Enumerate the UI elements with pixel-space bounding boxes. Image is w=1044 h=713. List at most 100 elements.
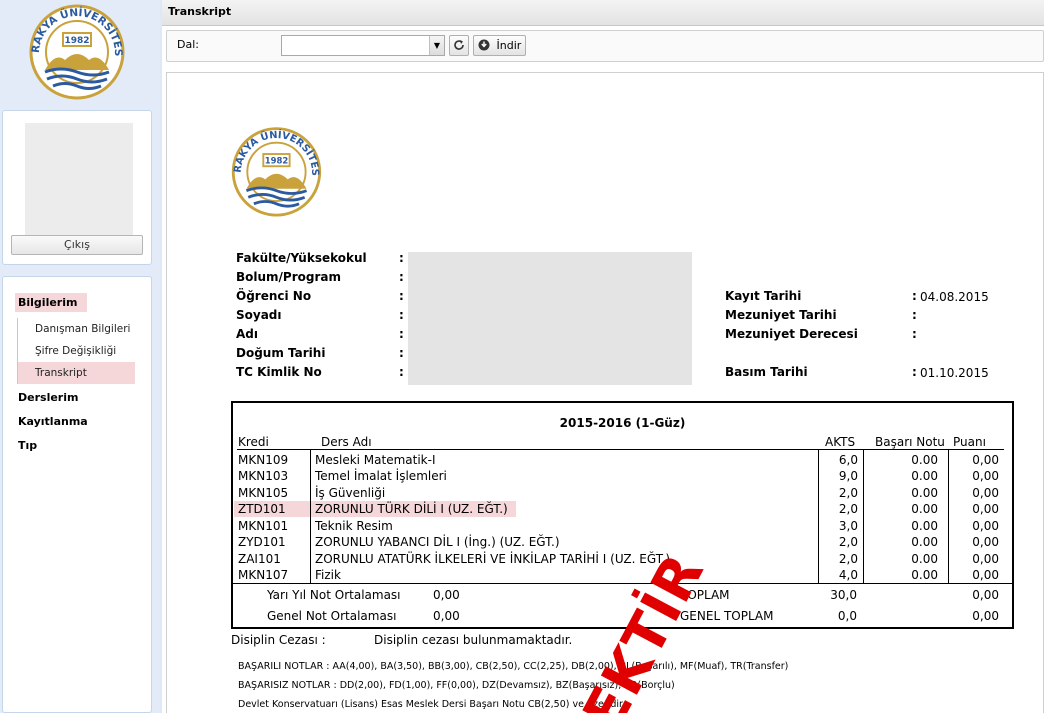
toolbar: Dal: ▼ İndir — [166, 30, 1044, 62]
submenu-sifre[interactable]: Şifre Değişikliği — [18, 340, 135, 362]
sidebar: TRAKYA ÜNİVERSİTESİ 1982 Çıkış Bilgileri… — [0, 0, 160, 713]
user-panel: Çıkış — [2, 110, 152, 265]
disiplin-label: Disiplin Cezası : — [231, 633, 326, 647]
submenu-transkript[interactable]: Transkript — [18, 362, 135, 384]
course-points: 0,00 — [972, 502, 999, 516]
table-divider — [310, 450, 311, 583]
table-divider — [863, 450, 864, 583]
course-akts: 2,0 — [838, 535, 858, 549]
label-dogum: Doğum Tarihi — [236, 346, 326, 360]
value-kayit: 04.08.2015 — [920, 290, 989, 304]
course-grade: 0.00 — [911, 568, 938, 582]
download-icon — [478, 39, 490, 51]
term-title: 2015-2016 (1-Güz) — [559, 416, 686, 430]
label-soyadi: Soyadı — [236, 308, 282, 322]
course-points: 0,00 — [972, 552, 999, 566]
course-grade: 0.00 — [911, 535, 938, 549]
course-code: MKN103 — [238, 469, 289, 483]
dal-select[interactable]: ▼ — [281, 35, 445, 56]
header-kredi: Kredi — [238, 435, 269, 449]
label-kayit: Kayıt Tarihi — [725, 289, 802, 303]
page-title: Transkript — [162, 0, 1044, 26]
gno-label: Genel Not Ortalaması — [267, 609, 397, 623]
header-akts: AKTS — [825, 435, 856, 449]
genel-akts: 0,0 — [837, 609, 857, 623]
course-points: 0,00 — [972, 535, 999, 549]
course-akts: 2,0 — [838, 502, 858, 516]
label-ogrenci-no: Öğrenci No — [236, 289, 312, 303]
chevron-down-icon[interactable]: ▼ — [429, 36, 444, 55]
course-points: 0,00 — [972, 568, 999, 582]
label-fakulte: Fakülte/Yüksekokul — [236, 251, 367, 265]
disiplin-value: Disiplin cezası bulunmamaktadır. — [374, 633, 573, 647]
label-mezuniyet-derecesi: Mezuniyet Derecesi — [725, 327, 858, 341]
header-rule — [237, 449, 1004, 450]
genel-puan: 0,00 — [972, 609, 999, 623]
menu-bilgilerim[interactable]: Bilgilerim — [15, 293, 88, 312]
course-name: ZORUNLU YABANCI DİL I (İng.) (UZ. EĞT.) — [315, 535, 560, 549]
download-button[interactable]: İndir — [473, 35, 526, 56]
colon: : — [912, 365, 917, 379]
label-basim: Basım Tarihi — [725, 365, 808, 379]
course-code: ZTD101 — [238, 502, 286, 516]
yyno-label: Yarı Yıl Not Ortalaması — [267, 588, 401, 602]
refresh-button[interactable] — [449, 35, 469, 56]
course-grade: 0.00 — [911, 552, 938, 566]
course-code: ZAI101 — [238, 552, 281, 566]
label-tc: TC Kimlik No — [236, 365, 322, 379]
submenu-bilgilerim: Danışman Bilgileri Şifre Değişikliği Tra… — [17, 318, 135, 384]
course-points: 0,00 — [972, 519, 999, 533]
label-bolum: Bolum/Program — [236, 270, 341, 284]
summary-rule — [233, 583, 1012, 584]
colon: : — [912, 327, 917, 341]
colon: : — [399, 365, 404, 379]
menu-kayitlanma[interactable]: Kayıtlanma — [18, 415, 88, 428]
notes-konservatuar: Devlet Konservatuarı (Lisans) Esas Mesle… — [238, 699, 626, 710]
value-basim: 01.10.2015 — [920, 366, 989, 380]
colon: : — [912, 289, 917, 303]
logout-button[interactable]: Çıkış — [11, 235, 143, 255]
label-adi: Adı — [236, 327, 258, 341]
avatar — [25, 123, 133, 235]
colon: : — [399, 308, 404, 322]
course-name: İş Güvenliği — [315, 486, 386, 500]
grades-table: 2015-2016 (1-Güz) Kredi Ders Adı AKTS Ba… — [231, 401, 1014, 629]
course-grade: 0.00 — [911, 502, 938, 516]
main-area: Transkript Dal: ▼ İndir TRAKYA ÜNİVERSİT… — [162, 0, 1044, 713]
course-code: ZYD101 — [238, 535, 286, 549]
course-grade: 0.00 — [911, 486, 938, 500]
course-name: Mesleki Matematik-I — [315, 453, 436, 467]
svg-text:1982: 1982 — [265, 155, 289, 165]
menu-derslerim[interactable]: Derslerim — [18, 391, 78, 404]
table-divider — [948, 450, 949, 583]
course-code: MKN105 — [238, 486, 289, 500]
course-name: ZORUNLU TÜRK DİLİ I (UZ. EĞT.) — [315, 502, 508, 516]
course-akts: 3,0 — [838, 519, 858, 533]
colon: : — [399, 289, 404, 303]
course-points: 0,00 — [972, 469, 999, 483]
table-divider — [818, 450, 819, 583]
gno-value: 0,00 — [433, 609, 460, 623]
transcript-document: TRAKYA ÜNİVERSİTESİ 1982 Fakülte/Yükseko… — [166, 72, 1044, 713]
course-name: Temel İmalat İşlemleri — [315, 469, 447, 483]
course-akts: 4,0 — [838, 568, 858, 582]
course-akts: 9,0 — [838, 469, 858, 483]
course-code: MKN101 — [238, 519, 289, 533]
notes-basarili: BAŞARILI NOTLAR : AA(4,00), BA(3,50), BB… — [238, 661, 789, 672]
course-points: 0,00 — [972, 453, 999, 467]
course-code: MKN107 — [238, 568, 289, 582]
redacted-personal-info — [408, 252, 692, 385]
submenu-danisman[interactable]: Danışman Bilgileri — [18, 318, 135, 340]
colon: : — [399, 327, 404, 341]
course-code: MKN109 — [238, 453, 289, 467]
label-mezuniyet-tarihi: Mezuniyet Tarihi — [725, 308, 837, 322]
course-grade: 0.00 — [911, 453, 938, 467]
course-akts: 2,0 — [838, 552, 858, 566]
document-logo: TRAKYA ÜNİVERSİTESİ 1982 — [224, 112, 325, 220]
colon: : — [399, 251, 404, 265]
course-name: ZORUNLU ATATÜRK İLKELERİ VE İNKİLAP TARİ… — [315, 552, 671, 566]
menu-tip[interactable]: Tıp — [18, 439, 37, 452]
refresh-icon — [454, 40, 464, 50]
header-puani: Puanı — [953, 435, 986, 449]
toplam-akts: 30,0 — [830, 588, 857, 602]
